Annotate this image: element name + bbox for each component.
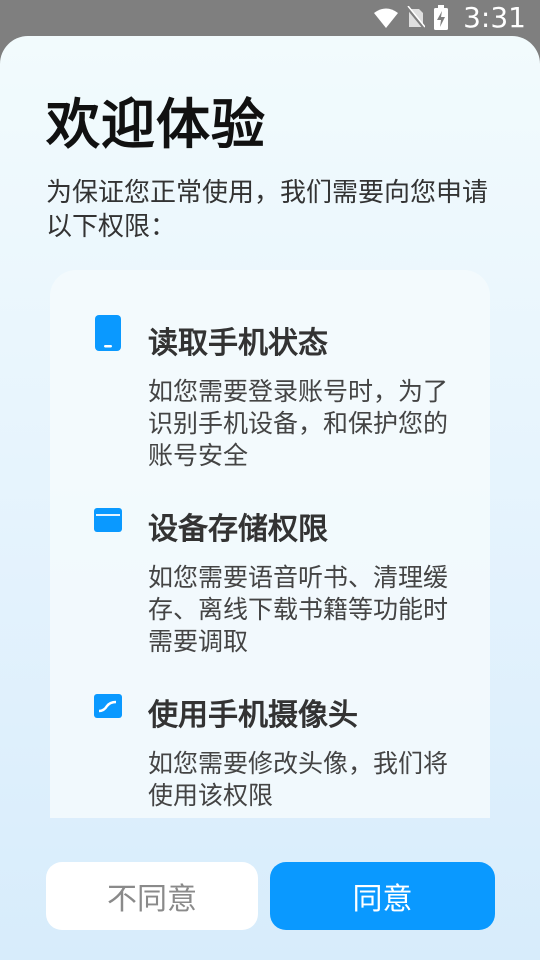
permission-description: 如您需要修改头像，我们将使用该权限: [148, 749, 449, 810]
permission-dialog: 欢迎体验 为保证您正常使用，我们需要向您申请以下权限： 读取手机状态 如您需要登…: [0, 36, 540, 960]
battery-charging-icon: [433, 5, 449, 31]
storage-icon: [94, 508, 122, 536]
permission-description: 如您需要登录账号时，为了识别手机设备，和保护您的账号安全: [148, 377, 449, 470]
status-time: 3:31: [463, 1, 526, 34]
camera-icon: [94, 694, 122, 722]
permission-title: 使用手机摄像头: [148, 698, 358, 733]
permission-list[interactable]: 读取手机状态 如您需要登录账号时，为了识别手机设备，和保护您的账号安全 设备存储…: [50, 270, 490, 818]
wifi-icon: [373, 7, 399, 29]
dialog-title: 欢迎体验: [46, 93, 266, 156]
phone-icon: [94, 315, 122, 355]
permission-title: 读取手机状态: [148, 326, 328, 361]
agree-button[interactable]: 同意: [270, 862, 495, 930]
no-sim-icon: [407, 6, 426, 30]
permission-title: 设备存储权限: [148, 512, 328, 547]
disagree-button[interactable]: 不同意: [46, 862, 258, 930]
permission-description: 如您需要语音听书、清理缓存、离线下载书籍等功能时需要调取: [148, 563, 449, 656]
dialog-intro: 为保证您正常使用，我们需要向您申请以下权限：: [46, 178, 489, 242]
status-bar: 3:31: [0, 0, 540, 36]
status-icons: 3:31: [373, 0, 526, 36]
